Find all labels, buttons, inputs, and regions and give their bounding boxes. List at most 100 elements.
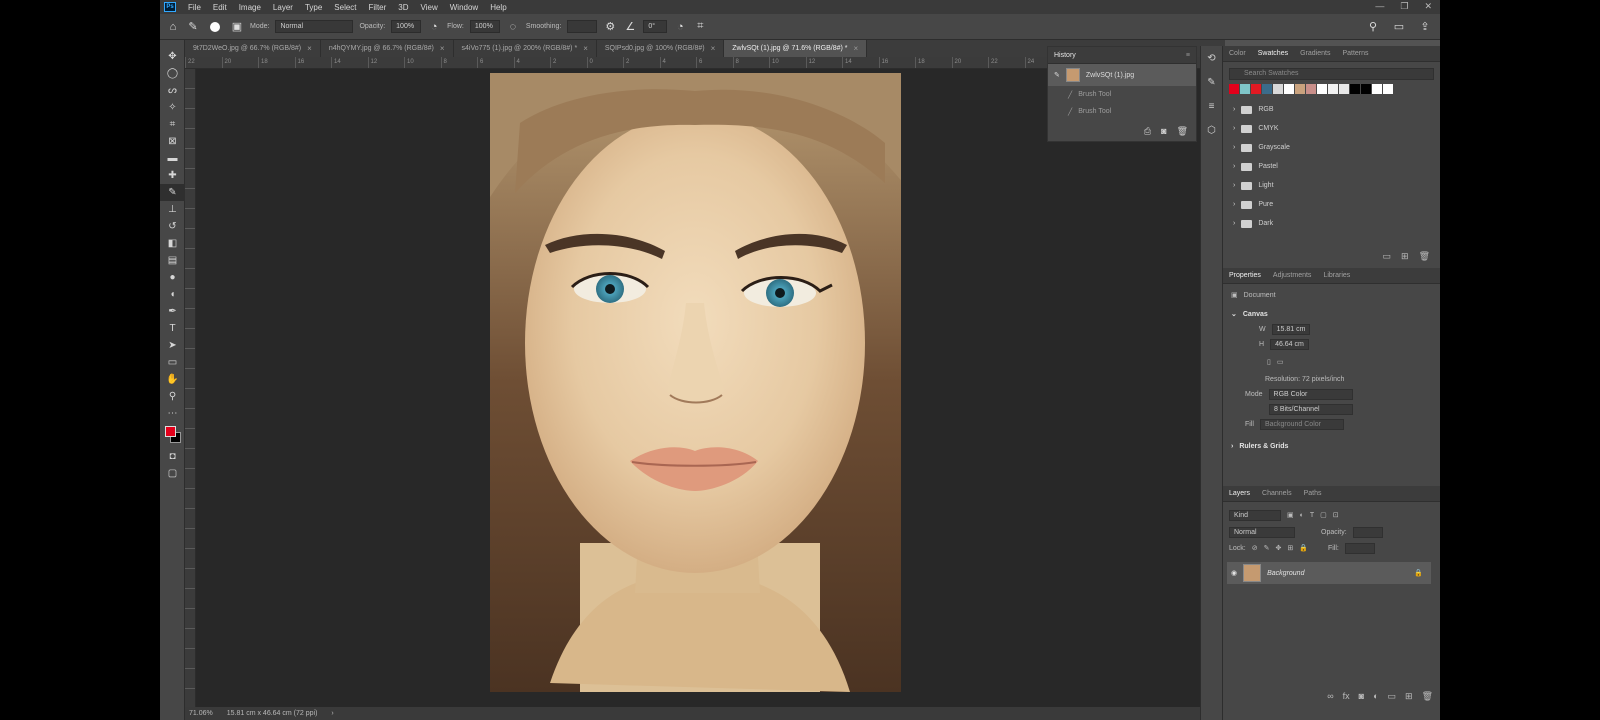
brush-tool-icon[interactable]: ✎ — [160, 184, 185, 201]
layer-row[interactable]: ◉ Background 🔒 — [1227, 562, 1431, 584]
color-swatch[interactable] — [1306, 84, 1316, 94]
width-field[interactable]: 15.81 cm — [1271, 324, 1311, 335]
history-brush-icon[interactable]: ↺ — [160, 218, 185, 235]
fill-select[interactable]: Background Color — [1259, 419, 1344, 430]
swatch-folder[interactable]: › Light — [1223, 176, 1440, 195]
close-icon[interactable]: × — [307, 44, 312, 53]
tab-patterns[interactable]: Patterns — [1342, 50, 1368, 57]
portrait-orientation-icon[interactable]: ▯ — [1267, 358, 1271, 366]
history-title[interactable]: History — [1054, 52, 1076, 59]
tab-layers[interactable]: Layers — [1229, 490, 1250, 497]
color-swatch[interactable] — [1284, 84, 1294, 94]
path-select-icon[interactable]: ➤ — [160, 337, 185, 354]
clone-stamp-icon[interactable]: ⊥ — [160, 201, 185, 218]
mode-select[interactable]: Normal — [275, 20, 354, 33]
camera-icon[interactable]: ◙ — [1161, 126, 1166, 137]
new-group-icon[interactable]: ▭ — [1383, 251, 1392, 262]
color-swatch[interactable] — [1383, 84, 1393, 94]
layer-opacity-field[interactable] — [1352, 526, 1383, 538]
rectangle-tool-icon[interactable]: ▭ — [160, 354, 185, 371]
layer-fill-field[interactable] — [1344, 542, 1375, 554]
pressure-opacity-icon[interactable]: ◔ — [427, 21, 441, 33]
filter-type-icon[interactable]: T — [1310, 512, 1314, 519]
lock-artboard-icon[interactable]: ⊞ — [1287, 544, 1293, 552]
trash-icon[interactable]: 🗑 — [1177, 126, 1188, 137]
healing-brush-icon[interactable]: ✚ — [160, 167, 185, 184]
doc-tab[interactable]: 9t7D2WeO.jpg @ 66.7% (RGB/8#) × — [185, 40, 321, 57]
menu-select[interactable]: Select — [328, 3, 362, 12]
color-swatch[interactable] — [1295, 84, 1305, 94]
more-tools-icon[interactable]: ⋯ — [160, 405, 185, 422]
blur-tool-icon[interactable]: ● — [160, 269, 185, 286]
3d-panel-icon[interactable]: ⬡ — [1201, 118, 1222, 142]
frame-tool-icon[interactable]: ⊠ — [160, 133, 185, 150]
marquee-tool-icon[interactable]: ◯ — [160, 65, 185, 82]
foreground-color-swatch[interactable] — [165, 426, 176, 437]
close-icon[interactable]: × — [583, 44, 588, 53]
trash-icon[interactable]: 🗑 — [1422, 691, 1433, 702]
adjust-panel-icon[interactable]: ≡ — [1201, 94, 1222, 118]
zoom-level[interactable]: 71.06% — [189, 710, 213, 717]
tab-properties[interactable]: Properties — [1229, 272, 1261, 279]
close-icon[interactable]: × — [440, 44, 445, 53]
color-swatch[interactable] — [1328, 84, 1338, 94]
trash-icon[interactable]: 🗑 — [1419, 251, 1430, 262]
crop-tool-icon[interactable]: ⌗ — [160, 116, 185, 133]
flow-field[interactable]: 100% — [469, 20, 500, 33]
tab-gradients[interactable]: Gradients — [1300, 50, 1330, 57]
color-swatch[interactable] — [1262, 84, 1272, 94]
swatch-search-input[interactable]: Search Swatches — [1229, 68, 1434, 80]
menu-layer[interactable]: Layer — [267, 3, 299, 12]
color-swatch[interactable] — [1240, 84, 1250, 94]
angle-field[interactable]: 0° — [643, 20, 668, 33]
swatch-folder[interactable]: › Pure — [1223, 195, 1440, 214]
brush-panel-icon[interactable]: ✎ — [1201, 70, 1222, 94]
menu-view[interactable]: View — [415, 3, 444, 12]
gradient-tool-icon[interactable]: ▤ — [160, 252, 185, 269]
landscape-orientation-icon[interactable]: ▭ — [1277, 358, 1284, 366]
menu-filter[interactable]: Filter — [363, 3, 393, 12]
swatch-folder[interactable]: › Grayscale — [1223, 138, 1440, 157]
menu-file[interactable]: File — [182, 3, 207, 12]
menu-edit[interactable]: Edit — [207, 3, 233, 12]
color-swatch[interactable] — [1372, 84, 1382, 94]
new-swatch-icon[interactable]: ⊞ — [1401, 251, 1409, 262]
blend-mode-select[interactable]: Normal — [1229, 526, 1295, 538]
tab-paths[interactable]: Paths — [1304, 490, 1322, 497]
lock-icon[interactable]: 🔒 — [1414, 569, 1423, 577]
filter-smart-icon[interactable]: ⊡ — [1333, 511, 1339, 519]
tab-libraries[interactable]: Libraries — [1323, 272, 1350, 279]
symmetry-icon[interactable]: ⌗ — [693, 20, 707, 33]
opacity-field[interactable]: 100% — [391, 20, 422, 33]
close-icon[interactable]: × — [711, 44, 716, 53]
brush-size-picker[interactable] — [206, 21, 224, 32]
tab-swatches[interactable]: Swatches — [1258, 50, 1288, 57]
lock-all-icon[interactable]: 🔒 — [1299, 544, 1308, 552]
color-swatch[interactable] — [1361, 84, 1371, 94]
hand-tool-icon[interactable]: ✋ — [160, 371, 185, 388]
history-snapshot[interactable]: ✎ ZwlvSQt (1).jpg — [1048, 64, 1196, 86]
pressure-size-icon[interactable]: ◔ — [673, 21, 687, 33]
color-swatch[interactable] — [1339, 84, 1349, 94]
color-swatch[interactable] — [1273, 84, 1283, 94]
doc-tab-active[interactable]: ZwlvSQt (1).jpg @ 71.6% (RGB/8#) * × — [724, 40, 868, 57]
lasso-tool-icon[interactable]: ᔕ — [160, 82, 185, 99]
dodge-tool-icon[interactable]: ◖ — [160, 286, 185, 303]
color-mode-select[interactable]: RGB Color — [1268, 389, 1353, 400]
menu-type[interactable]: Type — [299, 3, 328, 12]
document-canvas-image[interactable] — [490, 73, 901, 692]
brush-preset-icon[interactable]: ✎ — [186, 20, 200, 33]
tab-color[interactable]: Color — [1229, 50, 1246, 57]
color-swatch[interactable] — [1251, 84, 1261, 94]
move-tool-icon[interactable]: ✥ — [160, 48, 185, 65]
new-document-from-state-icon[interactable]: ⎙ — [1144, 126, 1151, 137]
link-layers-icon[interactable]: ∞ — [1327, 691, 1333, 702]
screen-mode-icon[interactable]: ▢ — [160, 465, 185, 482]
restore-button[interactable]: ❐ — [1400, 1, 1408, 12]
new-layer-icon[interactable]: ⊞ — [1405, 691, 1413, 702]
bit-depth-select[interactable]: 8 Bits/Channel — [1269, 404, 1353, 415]
doc-tab[interactable]: n4hQYMY.jpg @ 66.7% (RGB/8#) × — [321, 40, 454, 57]
vertical-ruler[interactable] — [185, 69, 196, 709]
menu-image[interactable]: Image — [233, 3, 267, 12]
document-size[interactable]: 15.81 cm x 46.64 cm (72 ppi) — [227, 710, 318, 717]
